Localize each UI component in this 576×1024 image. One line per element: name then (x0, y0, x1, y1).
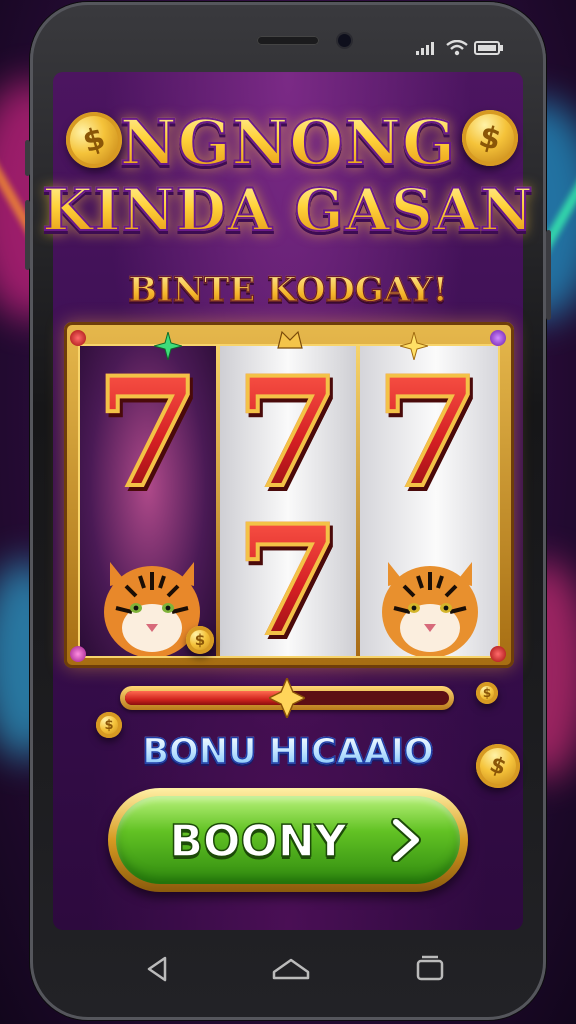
reel-symbol: 7 (220, 504, 356, 656)
system-nav-bar (53, 938, 523, 998)
reel-1[interactable]: 7 (80, 346, 216, 656)
reel-symbol: 7 (80, 356, 216, 510)
reel-symbol: 7 (220, 356, 356, 510)
signal-icon (416, 42, 434, 55)
recents-icon[interactable] (413, 952, 447, 986)
wifi-icon (446, 40, 468, 56)
crown-ornament-icon (277, 330, 303, 349)
battery-icon (474, 41, 503, 55)
home-icon[interactable] (271, 952, 311, 986)
back-icon[interactable] (141, 952, 175, 986)
amethyst-gem-icon (490, 330, 506, 346)
amethyst-gem-icon (70, 646, 86, 662)
reel-window: 7 7 7 7 (80, 346, 498, 656)
gold-coin-icon: $ (186, 626, 214, 654)
boony-button[interactable]: BOONY (108, 788, 468, 892)
emerald-star-icon (154, 332, 182, 360)
reel-2[interactable]: 7 7 (220, 346, 356, 656)
boony-button-face[interactable]: BOONY (116, 796, 460, 884)
chevron-right-icon (391, 818, 421, 862)
reel-3[interactable]: 7 (360, 346, 498, 656)
progress-fill (125, 691, 287, 705)
game-title-line1: NGNONG (0, 105, 576, 180)
bonus-progress-bar (120, 678, 454, 718)
slot-machine: 7 7 7 7 (64, 322, 514, 668)
ruby-gem-icon (490, 646, 506, 662)
boony-button-label: BOONY (169, 815, 348, 868)
reel-symbol: 7 (360, 356, 496, 510)
progress-knob-icon[interactable] (269, 678, 305, 718)
status-bar (0, 0, 576, 72)
gold-star-icon (400, 332, 428, 360)
ruby-gem-icon (70, 330, 86, 346)
game-title-line2: KINDA GASAN (0, 175, 576, 245)
gold-coin-icon: $ (476, 682, 498, 704)
bonus-label: BONU HICAAIO (0, 731, 576, 773)
tiger-icon (382, 562, 478, 656)
game-subtitle: BINTE KODGAY! (0, 269, 576, 310)
